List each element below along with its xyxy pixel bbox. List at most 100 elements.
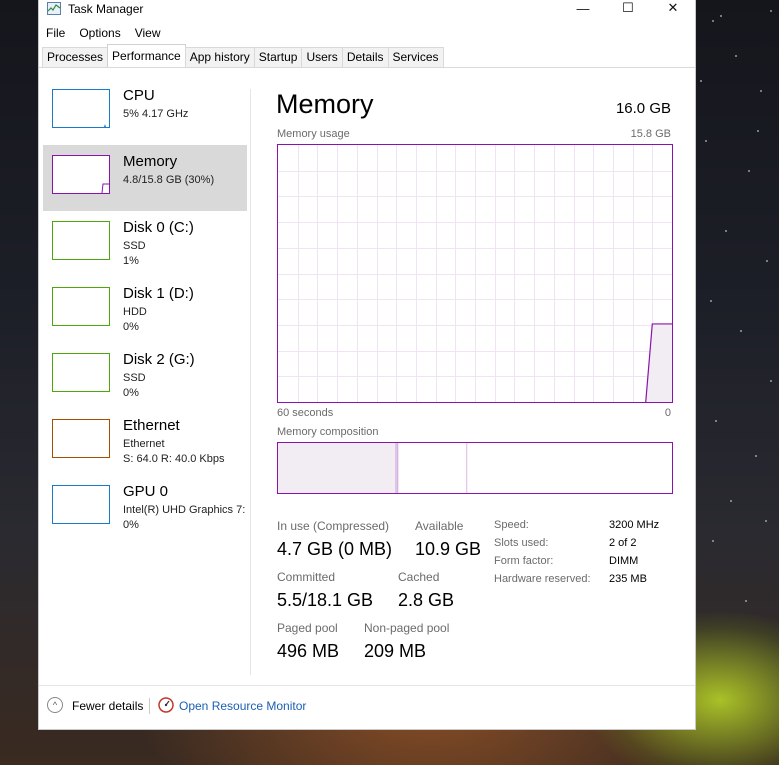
tab-performance[interactable]: Performance: [107, 44, 186, 68]
menu-file[interactable]: File: [39, 25, 72, 43]
star: [725, 230, 727, 232]
paged-pool-value: 496 MB: [277, 641, 340, 661]
in-use-value: 4.7 GB (0 MB): [277, 539, 393, 559]
memory-composition-plot: [278, 443, 672, 493]
close-button[interactable]: ✕: [650, 0, 696, 19]
star: [730, 500, 732, 502]
memory-usage-plot: [278, 145, 672, 402]
hardware-reserved-value: 235 MB: [609, 573, 647, 585]
cached-label: Cached: [398, 570, 440, 584]
sidebar-item-disk1[interactable]: Disk 1 (D:) HDD 0%: [43, 277, 247, 343]
star: [705, 140, 707, 142]
star: [700, 80, 702, 82]
title-bar[interactable]: Task Manager — ☐ ✕: [39, 0, 695, 21]
footer-separator: [149, 698, 150, 714]
sidebar-item-detail: SSD: [123, 372, 146, 384]
composition-standby: [398, 443, 468, 493]
page-title: Memory: [276, 89, 374, 119]
tab-services[interactable]: Services: [387, 47, 444, 67]
total-memory: 16.0 GB: [615, 100, 671, 117]
star: [745, 600, 747, 602]
star: [712, 540, 714, 542]
tab-details[interactable]: Details: [341, 47, 389, 67]
star: [740, 330, 742, 332]
disk1-thumbnail: [52, 287, 110, 326]
cpu-mini-graph: [104, 124, 106, 127]
star: [755, 455, 757, 457]
hardware-reserved-label: Hardware reserved:: [494, 573, 591, 585]
sidebar-item-detail: 4.8/15.8 GB (30%): [123, 174, 215, 186]
sidebar-item-title: Ethernet: [123, 417, 180, 434]
star: [757, 130, 759, 132]
fewer-details-link[interactable]: Fewer details: [72, 699, 143, 713]
paged-pool-label: Paged pool: [277, 621, 338, 635]
memory-composition-bar: [277, 442, 673, 494]
sidebar-item-title: CPU: [123, 87, 155, 104]
cached-value: 2.8 GB: [398, 590, 455, 610]
sidebar-item-detail: 5% 4.17 GHz: [123, 108, 189, 120]
ethernet-thumbnail: [52, 419, 110, 458]
sidebar-item-value: S: 64.0 R: 40.0 Kbps: [123, 453, 225, 465]
chevron-up-icon[interactable]: ^: [47, 697, 63, 713]
resource-monitor-icon: [158, 697, 174, 713]
speed-label: Speed:: [494, 519, 529, 531]
tab-startup[interactable]: Startup: [253, 47, 303, 67]
sidebar-item-disk2[interactable]: Disk 2 (G:) SSD 0%: [43, 343, 247, 409]
gpu0-thumbnail: [52, 485, 110, 524]
menu-options[interactable]: Options: [72, 25, 127, 43]
sidebar-item-disk0[interactable]: Disk 0 (C:) SSD 1%: [43, 211, 247, 277]
memory-mini-graph: [101, 183, 109, 194]
sidebar-item-title: Memory: [123, 153, 178, 170]
sidebar-item-cpu[interactable]: CPU 5% 4.17 GHz: [43, 79, 247, 145]
sidebar-divider: [250, 89, 251, 675]
in-use-label: In use (Compressed): [277, 519, 390, 533]
memory-composition-label: Memory composition: [277, 426, 379, 438]
sidebar-item-detail: SSD: [123, 240, 146, 252]
tab-app-history[interactable]: App history: [184, 47, 255, 67]
memory-usage-graph: [277, 144, 673, 403]
sidebar-item-ethernet[interactable]: Ethernet Ethernet S: 64.0 R: 40.0 Kbps: [43, 409, 247, 475]
memory-usage-max: 15.8 GB: [630, 128, 671, 140]
available-value: 10.9 GB: [415, 539, 482, 559]
composition-in-use: [278, 443, 397, 493]
tab-processes[interactable]: Processes: [42, 47, 109, 67]
minimize-button[interactable]: —: [560, 0, 606, 19]
disk0-thumbnail: [52, 221, 110, 260]
maximize-button[interactable]: ☐: [605, 0, 651, 19]
open-resource-monitor-link[interactable]: Open Resource Monitor: [179, 699, 306, 713]
memory-usage-area: [645, 323, 672, 402]
sidebar-item-gpu0[interactable]: GPU 0 Intel(R) UHD Graphics 7: 0%: [43, 475, 247, 541]
tabs-divider: [39, 67, 695, 68]
committed-value: 5.5/18.1 GB: [277, 590, 374, 610]
sidebar-item-title: GPU 0: [123, 483, 169, 500]
performance-sidebar: CPU 5% 4.17 GHz Memory 4.8/15.8 GB (30%)…: [43, 79, 247, 541]
task-manager-window: Task Manager — ☐ ✕ File Options View Pro…: [38, 0, 696, 730]
available-label: Available: [415, 519, 464, 533]
sidebar-item-detail: Intel(R) UHD Graphics 7:: [123, 504, 246, 516]
sidebar-item-detail: HDD: [123, 306, 147, 318]
menu-view[interactable]: View: [128, 25, 168, 43]
star: [766, 260, 768, 262]
nonpaged-pool-value: 209 MB: [364, 641, 427, 661]
star: [748, 170, 750, 172]
star: [770, 10, 772, 12]
sidebar-item-title: Disk 2 (G:): [123, 351, 195, 368]
time-axis-end: 0: [664, 407, 671, 419]
window-title: Task Manager: [68, 2, 144, 16]
slots-used-label: Slots used:: [494, 537, 549, 549]
star: [715, 420, 717, 422]
form-factor-label: Form factor:: [494, 555, 554, 567]
composition-free: [467, 443, 672, 493]
menu-bar: File Options View: [39, 25, 168, 43]
sidebar-item-title: Disk 0 (C:): [123, 219, 194, 236]
star: [770, 380, 772, 382]
tab-users[interactable]: Users: [301, 47, 343, 67]
sidebar-item-value: 1%: [123, 255, 139, 267]
star: [710, 300, 712, 302]
sidebar-item-memory[interactable]: Memory 4.8/15.8 GB (30%): [43, 145, 247, 211]
memory-usage-label: Memory usage: [277, 128, 350, 140]
slots-used-value: 2 of 2: [609, 537, 637, 549]
footer-divider: [39, 685, 695, 686]
speed-value: 3200 MHz: [609, 519, 660, 531]
star: [712, 20, 714, 22]
